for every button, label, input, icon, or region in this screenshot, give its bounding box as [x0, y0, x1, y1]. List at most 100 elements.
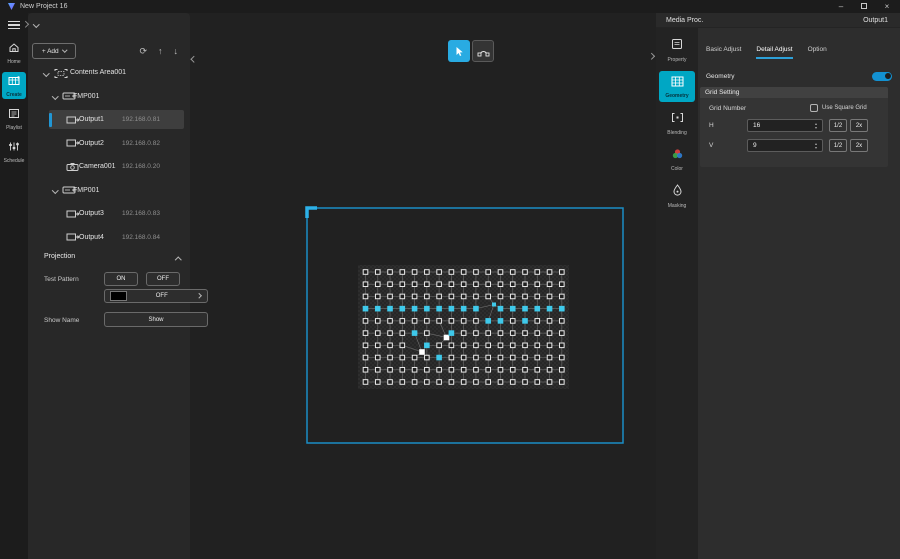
mesh-handle[interactable] — [449, 270, 454, 275]
mesh-handle[interactable] — [498, 355, 503, 360]
mesh-handle[interactable] — [535, 343, 540, 348]
mesh-handle[interactable] — [498, 270, 503, 275]
mesh-handle[interactable] — [510, 270, 515, 275]
tree-row-contents-area001[interactable]: Contents Area001 — [28, 61, 190, 85]
mesh-handle[interactable] — [535, 380, 540, 385]
mesh-handle[interactable] — [535, 270, 540, 275]
test-pattern-off-button[interactable]: OFF — [146, 272, 180, 286]
mesh-handle[interactable] — [400, 270, 405, 275]
mesh-handle[interactable] — [437, 367, 442, 372]
tab-option[interactable]: Option — [808, 46, 827, 59]
mesh-handle[interactable] — [400, 306, 405, 311]
mesh-handle[interactable] — [400, 367, 405, 372]
mesh-handle[interactable] — [363, 294, 368, 299]
mesh-handle[interactable] — [388, 306, 393, 311]
mesh-handle[interactable] — [400, 343, 405, 348]
panel-collapse-icon[interactable] — [33, 21, 39, 27]
mesh-handle[interactable] — [510, 306, 515, 311]
mesh-handle[interactable] — [535, 319, 540, 324]
tool-masking[interactable]: Masking — [659, 180, 695, 212]
mesh-handle[interactable] — [498, 380, 503, 385]
mesh-handle[interactable] — [510, 367, 515, 372]
mesh-handle[interactable] — [486, 355, 491, 360]
mesh-handle[interactable] — [523, 367, 528, 372]
mesh-handle[interactable] — [510, 331, 515, 336]
mesh-handle[interactable] — [474, 355, 479, 360]
mesh-handle[interactable] — [461, 319, 466, 324]
nav-expand-icon[interactable] — [22, 21, 28, 27]
mesh-handle[interactable] — [363, 343, 368, 348]
test-pattern-color-dropdown[interactable]: OFF — [104, 289, 208, 303]
mesh-handle[interactable] — [486, 331, 491, 336]
mesh-handle[interactable] — [363, 380, 368, 385]
h-grid-input[interactable]: 16 ▴▾ — [747, 119, 823, 132]
move-down-icon[interactable]: ↓ — [174, 44, 179, 58]
mesh-handle[interactable] — [425, 343, 430, 348]
mesh-handle[interactable] — [449, 282, 454, 287]
mesh-handle[interactable] — [375, 319, 380, 324]
mesh-handle[interactable] — [486, 367, 491, 372]
mesh-handle[interactable] — [388, 270, 393, 275]
mesh-handle[interactable] — [461, 282, 466, 287]
tool-blending[interactable]: Blending — [659, 107, 695, 139]
mesh-handle[interactable] — [523, 343, 528, 348]
nav-item-home[interactable]: Home — [2, 39, 26, 66]
move-up-icon[interactable]: ↑ — [158, 44, 163, 58]
tree-row-fmp001[interactable]: FMP001 — [28, 85, 190, 109]
mesh-handle[interactable] — [449, 294, 454, 299]
mesh-handle[interactable] — [388, 355, 393, 360]
mesh-handle[interactable] — [535, 355, 540, 360]
mesh-handle[interactable] — [375, 306, 380, 311]
nav-item-playlist[interactable]: Playlist — [2, 105, 26, 132]
mesh-handle[interactable] — [400, 355, 405, 360]
mesh-handle[interactable] — [498, 367, 503, 372]
expand-chevron-icon[interactable] — [52, 187, 58, 193]
h-double-button[interactable]: 2x — [850, 119, 868, 132]
mesh-handle[interactable] — [412, 355, 417, 360]
show-name-button[interactable]: Show — [104, 312, 208, 327]
spinner-icons[interactable]: ▴▾ — [812, 142, 822, 150]
mesh-handle[interactable] — [363, 282, 368, 287]
mesh-handle[interactable] — [498, 306, 503, 311]
mesh-handle[interactable] — [560, 355, 565, 360]
mesh-handle[interactable] — [560, 331, 565, 336]
mesh-handle[interactable] — [498, 331, 503, 336]
mesh-handle[interactable] — [486, 319, 491, 324]
tree-row-output3[interactable]: Output3192.168.0.83 — [28, 202, 190, 226]
mesh-handle[interactable] — [400, 294, 405, 299]
mesh-handle[interactable] — [510, 319, 515, 324]
mesh-handle[interactable] — [425, 294, 430, 299]
mesh-handle[interactable] — [375, 270, 380, 275]
mesh-handle[interactable] — [535, 294, 540, 299]
mesh-handle[interactable] — [449, 343, 454, 348]
v-half-button[interactable]: 1/2 — [829, 139, 847, 152]
mesh-handle[interactable] — [498, 282, 503, 287]
mesh-handle[interactable] — [474, 282, 479, 287]
v-double-button[interactable]: 2x — [850, 139, 868, 152]
mesh-handle[interactable] — [425, 306, 430, 311]
mesh-handle[interactable] — [388, 294, 393, 299]
mesh-handle[interactable] — [461, 367, 466, 372]
mesh-handle[interactable] — [388, 331, 393, 336]
mesh-handle[interactable] — [547, 319, 552, 324]
tree-row-camera001[interactable]: Camera001192.168.0.20 — [28, 155, 190, 179]
mesh-handle[interactable] — [523, 306, 528, 311]
mesh-handle[interactable] — [425, 331, 430, 336]
tab-detail-adjust[interactable]: Detail Adjust — [756, 46, 792, 59]
mesh-handle[interactable] — [425, 319, 430, 324]
mesh-handle[interactable] — [461, 343, 466, 348]
mesh-handle[interactable] — [388, 380, 393, 385]
expand-chevron-icon[interactable] — [43, 70, 49, 76]
mesh-handle[interactable] — [449, 306, 454, 311]
mesh-handle[interactable] — [375, 331, 380, 336]
mesh-handle[interactable] — [425, 380, 430, 385]
mesh-handle[interactable] — [493, 303, 496, 306]
mesh-handle[interactable] — [425, 270, 430, 275]
mesh-handle[interactable] — [449, 380, 454, 385]
mesh-handle[interactable] — [547, 343, 552, 348]
mesh-handle[interactable] — [560, 306, 565, 311]
v-grid-input[interactable]: 9 ▴▾ — [747, 139, 823, 152]
mesh-handle[interactable] — [474, 319, 479, 324]
mesh-handle[interactable] — [535, 331, 540, 336]
mesh-handle[interactable] — [474, 367, 479, 372]
